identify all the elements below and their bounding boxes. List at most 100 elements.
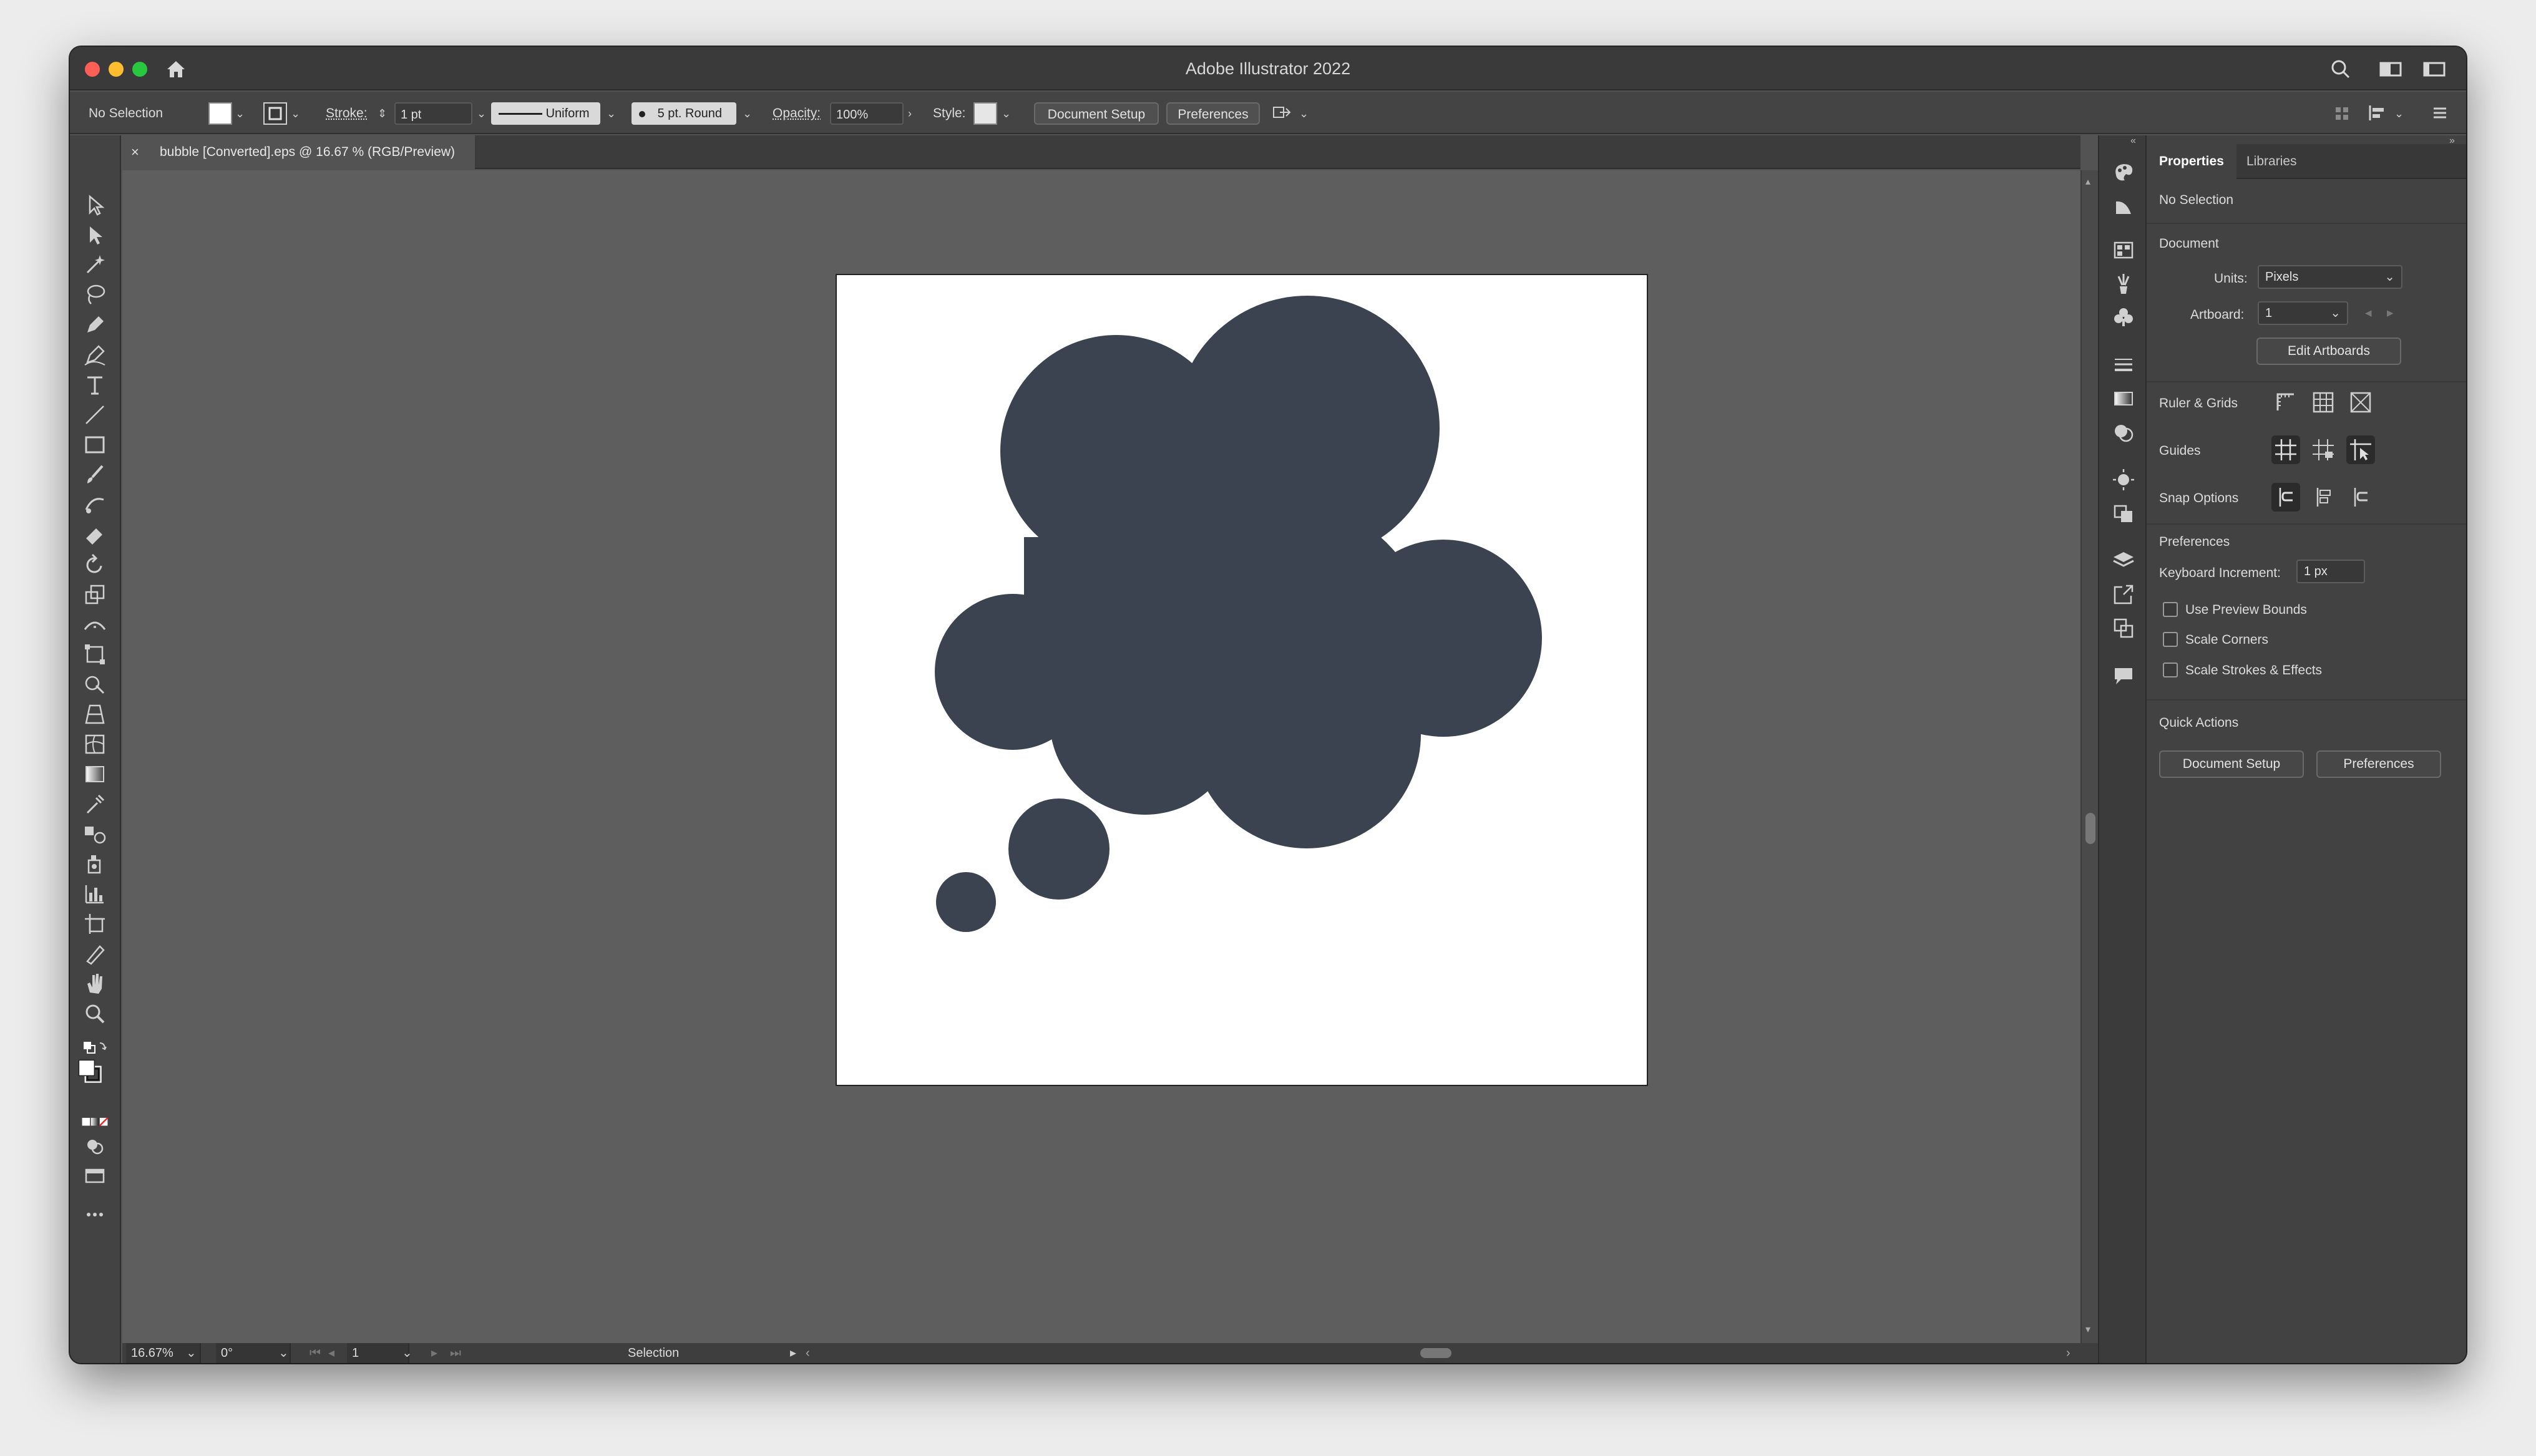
transparency-icon[interactable] [2110,419,2137,446]
scroll-right-icon[interactable]: › [2066,1343,2070,1363]
magic-wand-icon[interactable] [81,251,109,279]
next-artboard-icon[interactable]: ▸ [431,1343,437,1363]
comments-icon[interactable] [2110,662,2137,689]
thought-bubble-artwork[interactable] [837,275,1647,1085]
edit-toolbar-icon[interactable] [81,1201,109,1228]
symbols-icon[interactable] [2110,304,2137,331]
document-setup-button[interactable]: Document Setup [1034,102,1159,125]
default-colors-icon[interactable] [81,1035,109,1054]
color-icon[interactable] [2110,158,2137,185]
stroke-icon[interactable] [2110,351,2137,379]
artboard-icon[interactable] [81,910,109,938]
appearance-icon[interactable] [2110,466,2137,493]
graphic-styles-icon[interactable] [2110,500,2137,527]
opacity-label[interactable]: Opacity: [773,102,821,125]
stroke-label[interactable]: Stroke: [326,102,368,125]
horizontal-scroll-thumb[interactable] [1420,1348,1451,1358]
graphic-style-swatch[interactable] [973,102,997,125]
snap-to-point-icon[interactable] [2271,483,2300,512]
thought-bubble-medium-dot[interactable] [1008,798,1110,900]
align-icon[interactable] [2332,102,2353,125]
screen-mode-icon[interactable] [81,1162,109,1190]
stepper-icon[interactable]: ⇕ [378,102,387,125]
opacity-field[interactable]: 100% [830,102,904,125]
scroll-down-icon[interactable]: ▾ [2085,1323,2090,1336]
chevron-down-icon[interactable]: ⌄ [743,102,752,125]
vertical-scroll-thumb[interactable] [2085,813,2095,844]
previous-artboard-icon[interactable]: ◂ [328,1343,334,1363]
align-left-icon[interactable] [2366,102,2391,125]
scale-icon[interactable] [81,581,109,608]
chevron-down-icon[interactable]: ⌄ [607,102,616,125]
chevron-down-icon[interactable]: ⌄ [1002,102,1011,125]
vertical-scrollbar[interactable]: ▴ ▾ [2080,170,2098,1343]
artboard-dropdown[interactable]: 1 ⌄ [2258,301,2348,325]
artboard-navigator-field[interactable]: 1 [347,1343,409,1363]
units-dropdown[interactable]: Pixels ⌄ [2258,265,2402,289]
column-graph-icon[interactable] [81,880,109,908]
rotate-icon[interactable] [81,551,109,578]
shape-builder-icon[interactable] [81,671,109,698]
next-artboard-icon[interactable]: ▸ [2387,305,2394,321]
scale-corners-checkbox[interactable] [2163,632,2178,647]
snap-to-grid-icon[interactable] [2309,483,2338,512]
document-tab[interactable]: × bubble [Converted].eps @ 16.67 % (RGB/… [122,135,475,169]
chevron-down-icon[interactable]: ⌄ [278,1343,289,1363]
arrange-documents-icon[interactable] [1271,102,1296,125]
free-transform-icon[interactable] [81,641,109,668]
gradient-icon[interactable] [81,760,109,788]
slice-icon[interactable] [81,940,109,968]
zoom-icon[interactable] [81,1000,109,1027]
thought-bubble-small-dot[interactable] [936,872,996,932]
tab-libraries[interactable]: Libraries [2246,144,2297,179]
smart-guides-icon[interactable] [2346,435,2375,464]
snap-to-pixel-icon[interactable] [2346,483,2375,512]
pen-icon[interactable] [81,311,109,339]
paintbrush-icon[interactable] [81,461,109,488]
panel-toggle-icon[interactable] [2422,58,2446,80]
scale-strokes-effects-checkbox[interactable] [2163,662,2178,677]
previous-artboard-icon[interactable]: ◂ [2365,305,2372,321]
tab-properties[interactable]: Properties [2147,144,2236,179]
horizontal-scrollbar[interactable]: ‹ › [806,1343,2079,1363]
grid-icon[interactable] [2309,388,2338,417]
line-segment-icon[interactable] [81,401,109,429]
preferences-button[interactable]: Preferences [1166,102,1260,125]
curvature-icon[interactable] [81,341,109,369]
stroke-profile-dropdown[interactable]: Uniform [491,102,600,125]
search-icon[interactable] [2329,58,2353,80]
mesh-icon[interactable] [81,730,109,758]
swatches-icon[interactable] [2110,236,2137,264]
perspective-grid-icon[interactable] [81,701,109,728]
selection-icon[interactable] [81,192,109,219]
draw-mode-icon[interactable] [81,1132,109,1160]
artboards-panel-icon[interactable] [2110,614,2137,642]
quick-preferences-button[interactable]: Preferences [2316,750,2441,778]
gradient-panel-icon[interactable] [2110,385,2137,412]
stroke-weight-field[interactable]: 1 pt [394,102,472,125]
rectangle-icon[interactable] [81,431,109,459]
last-artboard-icon[interactable]: ⏭ [450,1343,461,1363]
direct-selection-icon[interactable] [81,221,109,249]
chevron-down-icon[interactable]: ⌄ [2394,102,2404,125]
stroke-swatch[interactable] [263,102,287,125]
chevron-down-icon[interactable]: ⌄ [402,1343,412,1363]
keyboard-increment-field[interactable]: 1 px [2296,560,2365,583]
eyedropper-icon[interactable] [81,790,109,818]
width-icon[interactable] [81,611,109,638]
edit-artboards-button[interactable]: Edit Artboards [2256,337,2401,365]
ruler-icon[interactable] [2271,388,2300,417]
canvas-area[interactable] [122,170,2080,1343]
fill-swatch[interactable] [208,102,232,125]
chevron-down-icon[interactable]: ⌄ [477,102,486,125]
color-mode-icon[interactable] [81,1109,116,1127]
shaper-icon[interactable] [81,491,109,518]
chevron-down-icon[interactable]: ⌄ [291,102,300,125]
workspace-switcher-icon[interactable] [2379,58,2402,80]
fill-stroke-icon[interactable] [76,1057,114,1095]
use-preview-bounds-checkbox[interactable] [2163,602,2178,617]
scroll-left-icon[interactable]: ‹ [806,1343,810,1363]
panel-menu-icon[interactable] [2429,102,2450,125]
first-artboard-icon[interactable]: ⏮ [310,1343,321,1363]
symbol-sprayer-icon[interactable] [81,850,109,878]
